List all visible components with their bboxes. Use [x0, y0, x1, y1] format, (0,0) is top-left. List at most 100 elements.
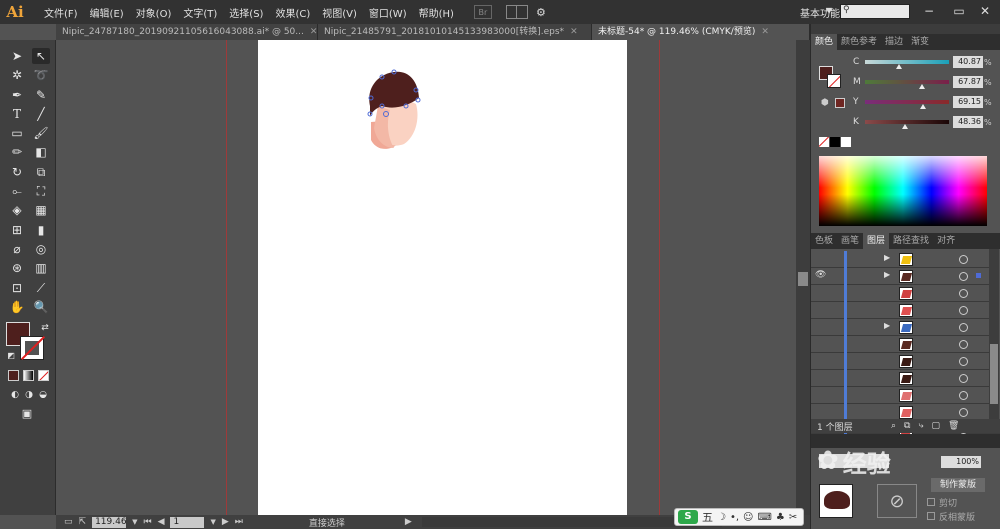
visibility-eye-icon[interactable]: 👁: [815, 270, 826, 280]
out-of-gamut-icon[interactable]: ⬢: [821, 98, 829, 108]
target-icon[interactable]: [959, 357, 968, 366]
target-icon[interactable]: [959, 374, 968, 383]
gamut-color-swatch[interactable]: [835, 98, 845, 108]
tab-document-active[interactable]: 未标题-54* @ 119.46% (CMYK/预览) ✕: [592, 24, 810, 40]
next-artboard-icon[interactable]: ▶: [222, 517, 229, 527]
layers-scrollbar[interactable]: [989, 249, 999, 419]
zoom-tool-icon[interactable]: 🔍: [32, 299, 50, 315]
target-icon[interactable]: [959, 391, 968, 400]
target-icon[interactable]: [959, 306, 968, 315]
width-tool-icon[interactable]: ⟜: [8, 183, 26, 199]
prev-artboard-icon[interactable]: ◀: [158, 517, 165, 527]
slider-thumb[interactable]: [896, 64, 903, 69]
moon-icon[interactable]: ☽: [717, 512, 726, 523]
column-graph-tool-icon[interactable]: ▥: [32, 260, 50, 276]
tab-brushes[interactable]: 画笔: [837, 233, 863, 249]
tab-pathfinder[interactable]: 路径查找: [889, 233, 933, 249]
expand-arrow-icon[interactable]: ▶: [884, 270, 890, 279]
tab-document-1[interactable]: Nipic_24787180_20190921105616043088.ai* …: [56, 24, 318, 40]
selection-tool-icon[interactable]: ➤: [8, 48, 26, 64]
scrollbar-thumb[interactable]: [798, 272, 808, 286]
white-swatch[interactable]: [841, 137, 851, 147]
layer-row[interactable]: ▶: [811, 251, 991, 268]
tab-document-2[interactable]: Nipic_21485791_20181010145133983000[转换].…: [318, 24, 592, 40]
type-tool-icon[interactable]: T: [8, 106, 26, 122]
target-icon[interactable]: [959, 255, 968, 264]
menu-window[interactable]: 窗口(W): [363, 5, 413, 20]
draw-inside-icon[interactable]: ◒: [34, 387, 52, 403]
layer-row[interactable]: [811, 285, 991, 302]
workspace-switcher[interactable]: 基本功能: [800, 5, 840, 20]
color-spectrum[interactable]: [819, 156, 987, 226]
mesh-tool-icon[interactable]: ⊞: [8, 222, 26, 238]
free-transform-tool-icon[interactable]: ⛶: [32, 183, 50, 199]
tab-layers[interactable]: 图层: [863, 233, 890, 249]
yellow-slider[interactable]: [865, 100, 949, 109]
black-slider[interactable]: [865, 120, 949, 129]
input-mode-label[interactable]: 五: [702, 509, 713, 525]
first-artboard-icon[interactable]: ⏮: [143, 517, 151, 527]
minimize-button[interactable]: −: [914, 2, 944, 20]
layer-row[interactable]: [811, 370, 991, 387]
close-icon[interactable]: ✕: [761, 24, 769, 40]
mask-thumbnail[interactable]: ⊘: [877, 484, 917, 518]
layer-row[interactable]: [811, 353, 991, 370]
menu-select[interactable]: 选择(S): [223, 5, 269, 20]
panel-stroke-swatch[interactable]: [827, 74, 841, 88]
canvas-vertical-scrollbar[interactable]: [796, 40, 810, 515]
direct-selection-tool-icon[interactable]: ↖: [32, 48, 50, 64]
menu-object[interactable]: 对象(O): [130, 5, 178, 20]
symbol-sprayer-tool-icon[interactable]: ⊛: [8, 260, 26, 276]
punctuation-icon[interactable]: •,: [730, 512, 739, 523]
canvas-area[interactable]: [56, 40, 810, 515]
default-fill-stroke-icon[interactable]: ◩: [2, 348, 20, 364]
zoom-field[interactable]: 119.46: [92, 516, 127, 528]
artboard-number-field[interactable]: 1: [170, 516, 205, 528]
black-value-input[interactable]: 48.36: [953, 116, 983, 128]
skin-icon[interactable]: ♣: [776, 512, 785, 523]
black-swatch[interactable]: [830, 137, 840, 147]
gpu-performance-icon[interactable]: ⚙: [536, 6, 546, 19]
rotate-tool-icon[interactable]: ↻: [8, 164, 26, 180]
none-mode-button[interactable]: [38, 370, 49, 381]
lasso-tool-icon[interactable]: ➰: [32, 67, 50, 83]
eyedropper-tool-icon[interactable]: ⌀: [8, 241, 26, 257]
swap-fill-stroke-icon[interactable]: ⇄: [36, 320, 54, 336]
scrollbar-thumb[interactable]: [990, 344, 998, 404]
locate-object-icon[interactable]: ⌕: [891, 421, 896, 431]
artboard[interactable]: [258, 40, 627, 515]
menu-view[interactable]: 视图(V): [316, 5, 363, 20]
invert-mask-checkbox[interactable]: [927, 512, 935, 520]
stroke-color-swatch[interactable]: [20, 336, 44, 360]
current-tool-label[interactable]: 直接选择: [309, 516, 399, 529]
menu-help[interactable]: 帮助(H): [413, 5, 460, 20]
hand-tool-icon[interactable]: ✋: [8, 299, 26, 315]
layer-row[interactable]: ▶: [811, 319, 991, 336]
new-sublayer-icon[interactable]: ⤷: [918, 421, 923, 431]
tab-color[interactable]: 颜色: [811, 34, 838, 50]
character-head-artwork[interactable]: [258, 40, 627, 515]
artboard-tool-icon[interactable]: ⊡: [8, 280, 26, 296]
close-window-button[interactable]: ✕: [970, 2, 1000, 20]
bridge-button[interactable]: Br: [473, 5, 492, 19]
layer-row[interactable]: [811, 336, 991, 353]
magenta-value-input[interactable]: 67.87: [953, 76, 983, 88]
close-icon[interactable]: ✕: [570, 24, 578, 40]
scale-tool-icon[interactable]: ⧉: [32, 164, 50, 180]
layer-row[interactable]: [811, 387, 991, 404]
blend-tool-icon[interactable]: ◎: [32, 241, 50, 257]
workspace-dropdown-icon[interactable]: ▼: [826, 6, 832, 15]
clip-checkbox[interactable]: [927, 498, 935, 506]
delete-layer-icon[interactable]: 🗑: [948, 421, 959, 431]
tab-gradient[interactable]: 渐变: [907, 34, 933, 50]
slider-thumb[interactable]: [919, 84, 926, 89]
pen-tool-icon[interactable]: ✒: [8, 87, 26, 103]
close-icon[interactable]: ✕: [310, 24, 317, 40]
layer-row[interactable]: [811, 302, 991, 319]
target-icon[interactable]: [959, 323, 968, 332]
rectangle-tool-icon[interactable]: ▭: [8, 125, 26, 141]
tab-swatches[interactable]: 色板: [811, 233, 837, 249]
gradient-mode-button[interactable]: [23, 370, 34, 381]
new-layer-icon[interactable]: ▢: [932, 421, 941, 431]
yellow-value-input[interactable]: 69.15: [953, 96, 983, 108]
